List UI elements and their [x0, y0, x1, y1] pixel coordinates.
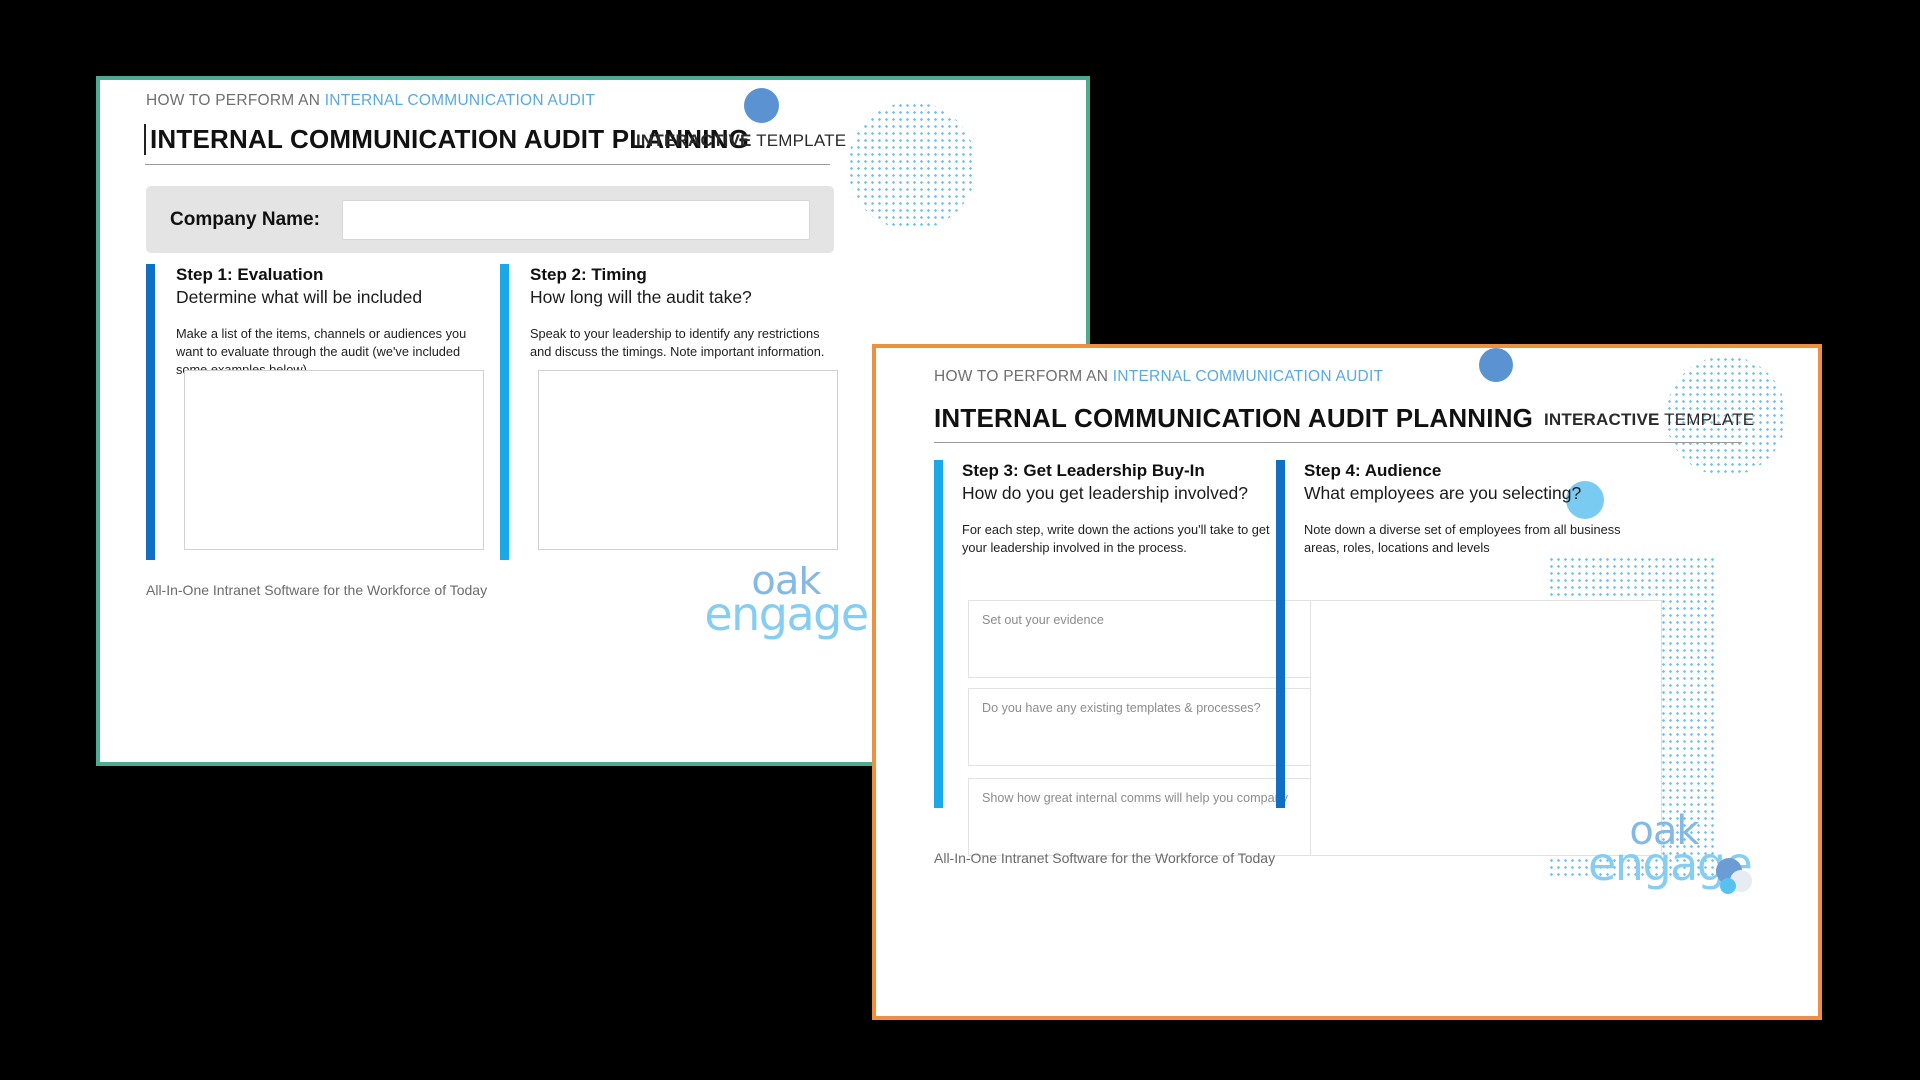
step-4-title: Step 4: Audience — [1304, 461, 1442, 480]
step-1-answer-box[interactable] — [184, 370, 484, 550]
logo-dot-small — [1720, 878, 1736, 894]
step-3-title: Step 3: Get Leadership Buy-In — [962, 461, 1205, 480]
step-3-body: Step 3: Get Leadership Buy-In How do you… — [962, 460, 1282, 557]
step-2-title: Step 2: Timing — [530, 265, 647, 284]
step-4-accent-bar — [1276, 460, 1285, 808]
step-4-body: Step 4: Audience What employees are you … — [1304, 460, 1624, 557]
step-3-field-2-placeholder: Do you have any existing templates & pro… — [982, 701, 1261, 715]
page-1-oak-engage-logo: oak engage — [696, 566, 876, 646]
step-2-subtitle: How long will the audit take? — [530, 286, 752, 307]
step-4-subtitle: What employees are you selecting? — [1304, 482, 1582, 503]
page-1-step-1: Step 1: Evaluation Determine what will b… — [146, 264, 496, 560]
step-1-accent-bar — [146, 264, 155, 560]
step-2-answer-box[interactable] — [538, 370, 838, 550]
step-1-title: Step 1: Evaluation — [176, 265, 324, 284]
kicker-lead: HOW TO PERFORM AN — [146, 92, 325, 109]
step-2-body: Step 2: Timing How long will the audit t… — [530, 264, 830, 361]
page-1-footer: All-In-One Intranet Software for the Wor… — [146, 582, 488, 598]
page-2-title: INTERNAL COMMUNICATION AUDIT PLANNING — [934, 403, 1534, 433]
screenshot-stage: HOW TO PERFORM AN INTERNAL COMMUNICATION… — [0, 0, 1920, 1080]
blue-circle-accent-top — [1479, 348, 1513, 382]
document-page-2[interactable]: HOW TO PERFORM AN INTERNAL COMMUNICATION… — [872, 344, 1822, 1020]
page-1-header-rule — [145, 164, 830, 165]
step-4-description: Note down a diverse set of employees fro… — [1304, 521, 1621, 555]
page-1-kicker: HOW TO PERFORM AN INTERNAL COMMUNICATION… — [146, 92, 595, 110]
page-2-template-kind: INTERACTIVE TEMPLATE — [1544, 410, 1754, 430]
step-3-field-1[interactable]: Set out your evidence — [968, 600, 1316, 678]
template-kind-rest: TEMPLATE — [751, 131, 847, 150]
step-3-field-2[interactable]: Do you have any existing templates & pro… — [968, 688, 1316, 766]
page-2-footer: All-In-One Intranet Software for the Wor… — [934, 850, 1276, 866]
company-name-strip: Company Name: — [146, 186, 834, 253]
company-name-label: Company Name: — [170, 208, 320, 230]
page-1-step-2: Step 2: Timing How long will the audit t… — [500, 264, 840, 560]
page-2-step-3: Step 3: Get Leadership Buy-In How do you… — [934, 460, 1316, 856]
template-kind-bold: INTERACTIVE — [1544, 410, 1660, 429]
page-1-template-kind: INTERACTIVE TEMPLATE — [636, 131, 846, 151]
step-3-field-3[interactable]: Show how great internal comms will help … — [968, 778, 1316, 856]
kicker-accent: INTERNAL COMMUNICATION AUDIT — [1112, 368, 1384, 385]
template-kind-bold: INTERACTIVE — [636, 131, 752, 150]
blue-circle-accent — [744, 88, 779, 123]
dot-pattern-circle — [848, 102, 976, 230]
page-2-step-4: Step 4: Audience What employees are you … — [1276, 460, 1662, 856]
step-2-accent-bar — [500, 264, 509, 560]
step-3-field-3-placeholder: Show how great internal comms will help … — [982, 791, 1288, 805]
page-2-oak-engage-logo: oak engage — [1588, 811, 1753, 902]
template-kind-rest: TEMPLATE — [1659, 410, 1755, 429]
page-2-canvas: HOW TO PERFORM AN INTERNAL COMMUNICATION… — [876, 348, 1818, 1016]
step-3-field-1-placeholder: Set out your evidence — [982, 613, 1104, 627]
kicker-accent: INTERNAL COMMUNICATION AUDIT — [324, 92, 596, 109]
page-2-header-rule — [934, 442, 1742, 443]
logo-dots-icon — [1716, 858, 1760, 898]
step-2-description: Speak to your leadership to identify any… — [530, 325, 825, 359]
step-3-subtitle: How do you get leadership involved? — [962, 482, 1249, 503]
kicker-lead: HOW TO PERFORM AN — [934, 368, 1113, 385]
step-3-description: For each step, write down the actions yo… — [962, 521, 1270, 555]
logo-line-engage: engage — [704, 587, 869, 642]
step-1-subtitle: Determine what will be included — [176, 286, 423, 307]
step-1-body: Step 1: Evaluation Determine what will b… — [176, 264, 484, 379]
page-2-kicker: HOW TO PERFORM AN INTERNAL COMMUNICATION… — [934, 368, 1383, 386]
step-4-field-1-placeholder — [1311, 601, 1661, 623]
step-3-accent-bar — [934, 460, 943, 808]
company-name-input[interactable] — [341, 199, 810, 240]
